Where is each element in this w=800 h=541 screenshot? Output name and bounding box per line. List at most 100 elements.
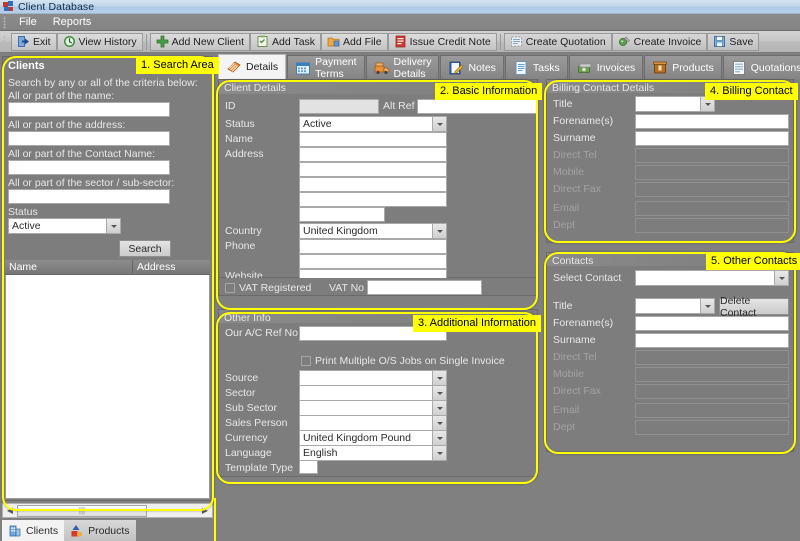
vat-registered-checkbox[interactable]: [225, 283, 235, 293]
add-file-button[interactable]: Add File: [321, 33, 388, 51]
phone-secondary-input[interactable]: [299, 254, 447, 269]
add-file-label: Add File: [343, 36, 382, 48]
menu-item-reports[interactable]: Reports: [45, 15, 100, 29]
chevron-down-icon[interactable]: [432, 401, 446, 415]
column-header-address[interactable]: Address: [133, 260, 210, 274]
template-type-label: Template Type: [225, 462, 293, 474]
nav-tab-clients[interactable]: Clients: [2, 520, 64, 541]
view-history-button[interactable]: View History: [57, 33, 143, 51]
billing-forename-label: Forename(s): [553, 115, 613, 127]
language-label: Language: [225, 447, 272, 459]
menu-gripper[interactable]: [2, 16, 9, 29]
address-line-3-input[interactable]: [299, 177, 447, 192]
status-filter-combobox[interactable]: Active: [8, 218, 121, 234]
name-search-input[interactable]: [8, 102, 170, 117]
contact-dept-label: Dept: [553, 421, 575, 433]
billing-surname-input[interactable]: [635, 131, 789, 146]
contact-direct-fax-input: [635, 384, 789, 399]
delete-contact-label: Delete Contact: [720, 295, 788, 319]
toolbar-gripper[interactable]: [2, 35, 9, 48]
address-line-2-input[interactable]: [299, 162, 447, 177]
delete-contact-button[interactable]: Delete Contact: [719, 298, 789, 315]
invoices-money-icon: [577, 60, 593, 76]
tab-delivery-details[interactable]: Delivery Details: [366, 55, 440, 79]
tab-payment-terms[interactable]: Payment Terms: [287, 55, 364, 79]
scroll-right-arrow-icon[interactable]: ▶: [198, 504, 212, 517]
billing-title-combobox[interactable]: [635, 96, 715, 112]
ac-ref-label: Our A/C Ref No: [225, 327, 298, 339]
contact-dept-input: [635, 420, 789, 435]
add-new-client-button[interactable]: Add New Client: [150, 33, 250, 51]
currency-combobox[interactable]: United Kingdom Pound: [299, 430, 447, 446]
create-invoice-button[interactable]: Create Invoice: [612, 33, 708, 51]
language-value: English: [300, 447, 337, 459]
print-multiple-checkbox[interactable]: [301, 356, 311, 366]
create-quotation-button[interactable]: Create Quotation: [504, 33, 612, 51]
country-combobox[interactable]: United Kingdom: [299, 223, 447, 239]
billing-dept-label: Dept: [553, 219, 575, 231]
status-combobox[interactable]: Active: [299, 116, 447, 132]
chevron-down-icon[interactable]: [432, 431, 446, 445]
tab-details-label: Details: [246, 61, 278, 73]
create-quotation-label: Create Quotation: [526, 36, 606, 48]
nav-tab-products-label: Products: [88, 525, 129, 537]
tasks-list-icon: [513, 60, 529, 76]
scroll-left-arrow-icon[interactable]: ◀: [3, 504, 17, 517]
save-button[interactable]: Save: [707, 33, 759, 51]
billing-forename-input[interactable]: [635, 114, 789, 129]
app-icon: [3, 1, 14, 12]
contact-name-search-input[interactable]: [8, 160, 170, 175]
scrollbar-thumb[interactable]: |||: [17, 505, 147, 517]
menu-item-file[interactable]: File: [11, 15, 45, 29]
chevron-down-icon[interactable]: [432, 117, 446, 131]
name-input[interactable]: [299, 132, 447, 147]
add-task-button[interactable]: Add Task: [250, 33, 321, 51]
column-header-name[interactable]: Name: [5, 260, 133, 274]
contact-forename-input[interactable]: [635, 316, 789, 331]
tab-quotations[interactable]: Quotations: [723, 55, 800, 79]
sector-search-input[interactable]: [8, 189, 170, 204]
sub-sector-combobox[interactable]: [299, 400, 447, 416]
tab-notes[interactable]: Notes: [440, 55, 503, 79]
source-combobox[interactable]: [299, 370, 447, 386]
tab-details[interactable]: Details: [218, 54, 286, 79]
chevron-down-icon[interactable]: [432, 224, 446, 238]
annotation-divider-line: [214, 498, 216, 541]
phone-input[interactable]: [299, 239, 447, 254]
issue-credit-note-button[interactable]: Issue Credit Note: [388, 33, 497, 51]
currency-label: Currency: [225, 432, 268, 444]
vat-no-input[interactable]: [367, 280, 482, 295]
tab-products[interactable]: Products: [644, 55, 721, 79]
address-search-input[interactable]: [8, 131, 170, 146]
language-combobox[interactable]: English: [299, 445, 447, 461]
billing-mobile-input: [635, 165, 789, 180]
currency-value: United Kingdom Pound: [300, 432, 411, 444]
chevron-down-icon[interactable]: [106, 219, 120, 233]
contact-surname-input[interactable]: [635, 333, 789, 348]
vat-registered-label: VAT Registered: [239, 282, 311, 294]
results-grid-body[interactable]: [5, 275, 210, 499]
chevron-down-icon[interactable]: [700, 299, 714, 313]
contact-title-combobox[interactable]: [635, 298, 715, 314]
select-contact-combobox[interactable]: [635, 270, 789, 286]
sub-sector-label: Sub Sector: [225, 402, 277, 414]
sales-person-combobox[interactable]: [299, 415, 447, 431]
chevron-down-icon[interactable]: [432, 416, 446, 430]
chevron-down-icon[interactable]: [432, 371, 446, 385]
exit-button[interactable]: Exit: [11, 33, 57, 51]
sector-combobox[interactable]: [299, 385, 447, 401]
address-postcode-input[interactable]: [299, 207, 385, 222]
search-button[interactable]: Search: [119, 240, 171, 257]
chevron-down-icon[interactable]: [432, 386, 446, 400]
chevron-down-icon[interactable]: [774, 271, 788, 285]
alt-ref-input[interactable]: [417, 99, 537, 114]
tab-tasks[interactable]: Tasks: [505, 55, 568, 79]
address-line-4-input[interactable]: [299, 192, 447, 207]
contact-direct-fax-label: Direct Fax: [553, 385, 601, 397]
template-type-input[interactable]: [299, 460, 318, 474]
nav-tab-products[interactable]: Products: [64, 520, 135, 541]
address-line-1-input[interactable]: [299, 147, 447, 162]
tab-invoices[interactable]: Invoices: [569, 55, 644, 79]
chevron-down-icon[interactable]: [432, 446, 446, 460]
results-horizontal-scrollbar[interactable]: ◀ ||| ▶: [2, 503, 213, 518]
